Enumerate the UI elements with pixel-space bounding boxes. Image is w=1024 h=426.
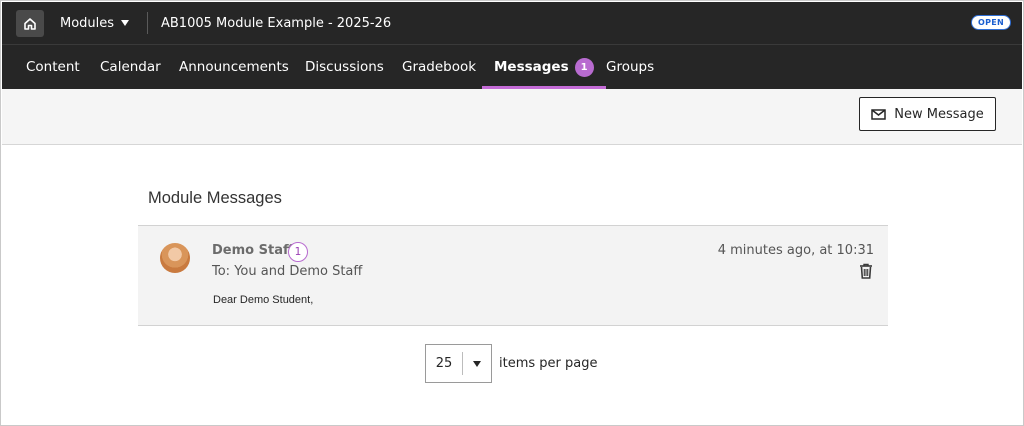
app-frame: Modules AB1005 Module Example - 2025-26 …: [0, 0, 1024, 426]
trash-icon[interactable]: [859, 263, 873, 279]
items-per-page-label: items per page: [499, 356, 598, 371]
caret-down-icon: [121, 20, 130, 26]
tab-calendar[interactable]: Calendar: [100, 45, 161, 89]
items-per-page-select[interactable]: 25: [425, 344, 492, 383]
new-message-button[interactable]: New Message: [859, 97, 996, 131]
avatar: [160, 243, 190, 273]
tab-label: Announcements: [179, 59, 289, 75]
tab-announcements[interactable]: Announcements: [179, 45, 289, 89]
message-list-item[interactable]: Demo Staff 1 To: You and Demo Staff 4 mi…: [138, 225, 888, 326]
course-nav: Content Calendar Announcements Discussio…: [2, 44, 1022, 89]
tab-gradebook[interactable]: Gradebook: [402, 45, 476, 89]
new-message-label: New Message: [894, 106, 984, 122]
tab-label: Discussions: [305, 59, 384, 75]
message-preview: Dear Demo Student,: [213, 294, 314, 306]
envelope-icon: [871, 108, 887, 120]
home-button[interactable]: [16, 10, 44, 37]
divider: [147, 12, 148, 34]
course-title: AB1005 Module Example - 2025-26: [161, 15, 392, 31]
status-badge: OPEN: [970, 15, 1011, 30]
chevron-down-icon: [463, 360, 491, 367]
unread-count-badge: 1: [288, 242, 308, 262]
message-recipients: To: You and Demo Staff: [212, 264, 363, 279]
tab-discussions[interactable]: Discussions: [305, 45, 384, 89]
section-title: Module Messages: [148, 189, 282, 207]
toolbar: New Message: [2, 89, 1022, 145]
tab-label: Calendar: [100, 59, 161, 75]
top-bar: Modules AB1005 Module Example - 2025-26 …: [2, 2, 1022, 44]
home-icon: [24, 17, 36, 30]
tab-label: Messages: [494, 59, 569, 75]
message-timestamp: 4 minutes ago, at 10:31: [717, 243, 874, 258]
tab-groups[interactable]: Groups: [606, 45, 654, 89]
sender-name: Demo Staff: [212, 243, 294, 258]
items-per-page-value: 25: [435, 356, 453, 371]
tab-label: Gradebook: [402, 59, 477, 75]
tab-messages[interactable]: Messages 1: [482, 45, 606, 89]
modules-dropdown[interactable]: Modules: [60, 2, 130, 44]
tab-label: Groups: [606, 59, 655, 75]
tab-label: Content: [26, 59, 80, 75]
tab-content[interactable]: Content: [26, 45, 80, 89]
modules-label: Modules: [60, 15, 115, 31]
messages-count-badge: 1: [574, 57, 594, 77]
